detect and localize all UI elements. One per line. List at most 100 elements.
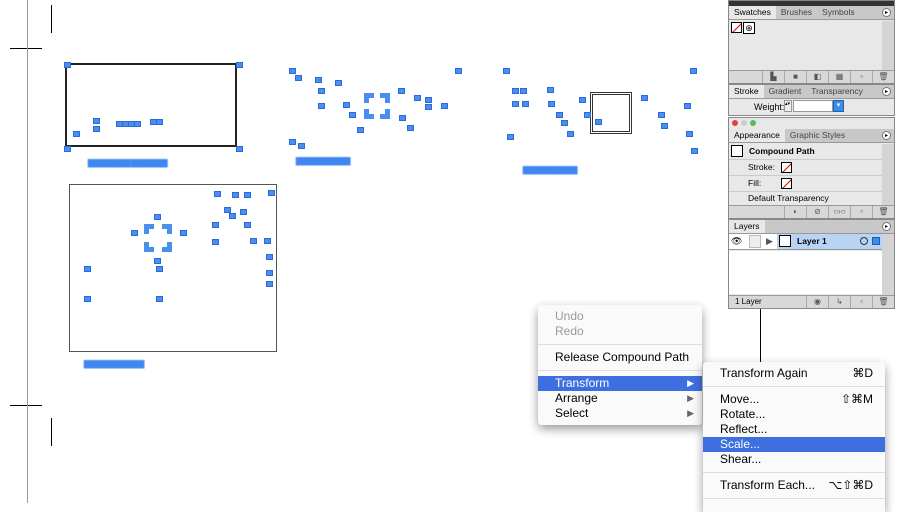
appearance-stroke-row[interactable]: Stroke: [729, 160, 882, 176]
tab-brushes[interactable]: Brushes [776, 6, 817, 19]
footprint-pad[interactable] [595, 119, 602, 125]
footprint-pad[interactable] [441, 103, 448, 109]
footprint-pad[interactable] [289, 68, 296, 74]
menu-item-transform[interactable]: Transform ▶ [538, 376, 702, 391]
footprint-pad[interactable] [548, 101, 555, 107]
chip-footprint[interactable] [144, 224, 172, 252]
footprint-pad[interactable] [399, 115, 406, 121]
tab-transparency[interactable]: Transparency [806, 85, 868, 98]
footprint-pad[interactable] [398, 88, 405, 94]
trash-icon[interactable]: 🗑 [872, 296, 894, 308]
layer-name[interactable]: Layer 1 [797, 236, 827, 246]
footprint-pad[interactable] [641, 95, 648, 101]
footprint-pad[interactable] [343, 102, 350, 108]
new-sublayer-icon[interactable]: ↳ [828, 296, 850, 308]
layer-row[interactable]: 👁 ▶ Layer 1 [729, 234, 882, 250]
footprint-pad[interactable] [315, 77, 322, 83]
footprint-pad[interactable] [414, 95, 421, 101]
footprint-pad[interactable] [567, 131, 574, 137]
scrollbar[interactable] [882, 21, 894, 70]
chip-footprint[interactable] [590, 92, 632, 134]
footprint-pad[interactable] [690, 68, 697, 74]
pcb-board-1[interactable] [65, 63, 237, 147]
menu-item-transform-each[interactable]: Transform Each... ⌥⇧⌘D [703, 478, 885, 493]
footprint-pad[interactable] [684, 103, 691, 109]
clear-appearance-icon[interactable]: ⊘ [806, 206, 828, 218]
footprint-pad[interactable] [212, 222, 219, 228]
lock-toggle[interactable] [749, 235, 761, 248]
swatch-libraries-icon[interactable]: ▙ [762, 71, 784, 83]
tab-appearance[interactable]: Appearance [729, 129, 785, 142]
panel-menu-icon[interactable]: ▸ [882, 131, 891, 140]
panel-menu-icon[interactable]: ▸ [882, 8, 891, 17]
target-icon[interactable] [860, 237, 868, 245]
footprint-pad[interactable] [357, 127, 364, 133]
tab-graphic-styles[interactable]: Graphic Styles [785, 129, 850, 142]
make-clipping-mask-icon[interactable]: ◉ [806, 296, 828, 308]
default-transparency[interactable]: Default Transparency [729, 192, 882, 206]
menu-item-reflect[interactable]: Reflect... [703, 422, 885, 437]
footprint-pad[interactable] [661, 123, 668, 129]
appearance-fill-row[interactable]: Fill: [729, 176, 882, 192]
weight-input[interactable] [793, 100, 833, 112]
footprint-pad[interactable] [455, 68, 462, 74]
menu-item-rotate[interactable]: Rotate... [703, 407, 885, 422]
footprint-pad[interactable] [156, 119, 163, 125]
panel-menu-icon[interactable]: ▸ [882, 87, 891, 96]
duplicate-item-icon[interactable]: ▫ [850, 206, 872, 218]
footprint-pad[interactable] [298, 143, 305, 149]
footprint-pad[interactable] [229, 213, 236, 219]
footprint-pad[interactable] [507, 134, 514, 140]
footprint-pad[interactable] [289, 139, 296, 145]
footprint-pad[interactable] [93, 126, 100, 132]
registration-swatch[interactable]: ⊕ [743, 22, 755, 34]
show-gradient-icon[interactable]: ◧ [806, 71, 828, 83]
footprint-pad[interactable] [131, 230, 138, 236]
footprint-pad[interactable] [156, 266, 163, 272]
show-color-icon[interactable]: ■ [784, 71, 806, 83]
close-icon[interactable] [732, 120, 738, 126]
footprint-pad[interactable] [522, 101, 529, 107]
menu-item-arrange[interactable]: Arrange ▶ [538, 391, 702, 406]
footprint-pad[interactable] [180, 230, 187, 236]
footprint-pad[interactable] [264, 238, 271, 244]
reduce-basic-icon[interactable]: ○›○ [828, 206, 850, 218]
footprint-pad[interactable] [318, 88, 325, 94]
tab-gradient[interactable]: Gradient [764, 85, 807, 98]
footprint-pad[interactable] [64, 146, 71, 152]
footprint-pad[interactable] [658, 112, 665, 118]
tab-swatches[interactable]: Swatches [729, 6, 776, 19]
scrollbar[interactable] [882, 144, 894, 205]
selection-indicator[interactable] [872, 237, 880, 245]
footprint-pad[interactable] [556, 112, 563, 118]
footprint-pad[interactable] [84, 266, 91, 272]
footprint-pad[interactable] [266, 281, 273, 287]
footprint-pad[interactable] [425, 104, 432, 110]
footprint-pad[interactable] [335, 80, 342, 86]
menu-item-scale[interactable]: Scale... [703, 437, 885, 452]
footprint-pad[interactable] [73, 131, 80, 137]
footprint-pad[interactable] [425, 97, 432, 103]
menu-item-select[interactable]: Select ▶ [538, 406, 702, 421]
menu-item-shear[interactable]: Shear... [703, 452, 885, 467]
footprint-pad[interactable] [584, 112, 591, 118]
zoom-icon[interactable] [750, 120, 756, 126]
footprint-pad[interactable] [214, 191, 221, 197]
footprint-pad[interactable] [520, 88, 527, 94]
footprint-pad[interactable] [154, 214, 161, 220]
tab-layers[interactable]: Layers [729, 220, 765, 233]
footprint-pad[interactable] [512, 101, 519, 107]
footprint-pad[interactable] [561, 120, 568, 126]
footprint-pad[interactable] [240, 209, 247, 215]
trash-icon[interactable]: 🗑 [872, 206, 894, 218]
footprint-pad[interactable] [232, 192, 239, 198]
footprint-pad[interactable] [93, 118, 100, 124]
footprint-pad[interactable] [244, 192, 251, 198]
footprint-pad[interactable] [691, 148, 698, 154]
weight-stepper[interactable]: ▴▾ [784, 100, 792, 112]
none-swatch[interactable] [731, 22, 742, 35]
trash-icon[interactable]: 🗑 [872, 71, 894, 83]
footprint-pad[interactable] [154, 258, 161, 264]
footprint-pad[interactable] [236, 62, 243, 68]
chip-footprint[interactable] [364, 93, 390, 119]
